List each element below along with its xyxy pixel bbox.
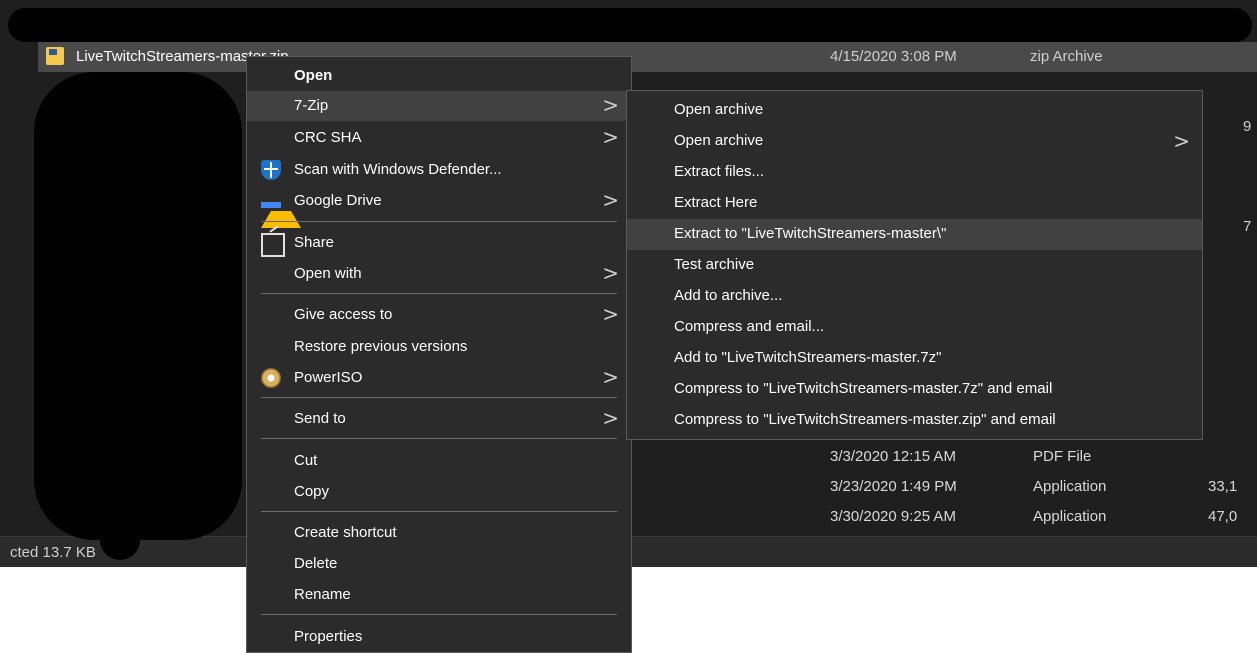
menu-item-open-with[interactable]: Open with > <box>247 259 631 289</box>
menu-item-open[interactable]: Open <box>247 61 631 91</box>
row-type: Application <box>1033 508 1107 525</box>
menu-item-label: Scan with Windows Defender... <box>294 161 502 178</box>
menu-item-label: PowerISO <box>294 369 363 386</box>
chevron-right-icon: > <box>602 93 619 117</box>
menu-item-copy[interactable]: Copy <box>247 477 631 507</box>
submenu-item-add-to-archive[interactable]: Add to archive... <box>627 281 1202 312</box>
menu-item-create-shortcut[interactable]: Create shortcut <box>247 518 631 548</box>
status-text: cted 13.7 KB <box>10 544 96 561</box>
file-date: 4/15/2020 3:08 PM <box>830 48 957 65</box>
submenu-item-label: Extract files... <box>674 163 765 180</box>
submenu-item-test-archive[interactable]: Test archive <box>627 250 1202 281</box>
menu-item-label: Restore previous versions <box>294 338 468 355</box>
context-menu: Open 7-Zip > CRC SHA > Scan with Windows… <box>246 56 632 653</box>
menu-item-label: Open with <box>294 265 362 282</box>
file-size-partial: 9 <box>1243 118 1252 135</box>
submenu-item-label: Open archive <box>674 101 764 118</box>
file-size-partial: 7 <box>1243 218 1252 235</box>
menu-item-scan-defender[interactable]: Scan with Windows Defender... <box>247 155 631 185</box>
menu-item-label: Share <box>294 234 335 251</box>
chevron-right-icon: > <box>602 365 619 389</box>
menu-item-poweriso[interactable]: PowerISO > <box>247 363 631 393</box>
menu-item-send-to[interactable]: Send to > <box>247 404 631 434</box>
file-type: zip Archive <box>1030 48 1103 65</box>
menu-item-google-drive[interactable]: Google Drive > <box>247 186 631 228</box>
menu-item-label: Cut <box>294 452 318 469</box>
chevron-right-icon: > <box>602 406 619 430</box>
menu-item-label: 7-Zip <box>294 97 329 114</box>
menu-separator <box>261 614 617 615</box>
submenu-item-label: Compress to "LiveTwitchStreamers-master.… <box>674 380 1053 397</box>
menu-item-rename[interactable]: Rename <box>247 580 631 610</box>
row-date: 3/3/2020 12:15 AM <box>830 448 956 465</box>
redaction-mark <box>34 72 242 540</box>
chevron-right-icon: > <box>1173 129 1190 153</box>
submenu-item-label: Open archive <box>674 132 764 149</box>
7zip-submenu: Open archive Open archive > Extract file… <box>626 90 1203 440</box>
menu-item-crc-sha[interactable]: CRC SHA > <box>247 123 631 153</box>
chevron-right-icon: > <box>602 302 619 326</box>
menu-item-share[interactable]: Share <box>247 228 631 258</box>
row-date: 3/30/2020 9:25 AM <box>830 508 956 525</box>
file-row-selected[interactable]: LiveTwitchStreamers-master.zip 4/15/2020… <box>38 42 1257 72</box>
menu-item-delete[interactable]: Delete <box>247 549 631 579</box>
menu-item-properties[interactable]: Properties <box>247 622 631 652</box>
menu-item-label: Rename <box>294 586 351 603</box>
row-date: 3/23/2020 1:49 PM <box>830 478 957 495</box>
menu-item-restore-versions[interactable]: Restore previous versions <box>247 332 631 362</box>
submenu-item-compress-zip-email[interactable]: Compress to "LiveTwitchStreamers-master.… <box>627 405 1202 436</box>
submenu-item-compress-email[interactable]: Compress and email... <box>627 312 1202 343</box>
menu-separator <box>261 397 617 398</box>
submenu-item-label: Extract to "LiveTwitchStreamers-master\" <box>674 225 947 242</box>
menu-item-label: CRC SHA <box>294 129 362 146</box>
zip-archive-icon <box>46 47 64 65</box>
submenu-item-compress-7z-email[interactable]: Compress to "LiveTwitchStreamers-master.… <box>627 374 1202 405</box>
submenu-item-open-archive-sub[interactable]: Open archive > <box>627 126 1202 157</box>
menu-separator <box>261 221 617 222</box>
menu-separator <box>261 293 617 294</box>
row-type: Application <box>1033 478 1107 495</box>
menu-item-label: Properties <box>294 628 363 645</box>
poweriso-disc-icon <box>261 368 281 388</box>
menu-item-label: Send to <box>294 410 346 427</box>
chevron-right-icon: > <box>602 125 619 149</box>
submenu-item-extract-files[interactable]: Extract files... <box>627 157 1202 188</box>
menu-item-cut[interactable]: Cut <box>247 446 631 476</box>
menu-separator <box>261 438 617 439</box>
row-type: PDF File <box>1033 448 1092 465</box>
menu-item-label: Delete <box>294 555 338 572</box>
menu-item-give-access[interactable]: Give access to > <box>247 300 631 330</box>
menu-item-label: Copy <box>294 483 330 500</box>
submenu-item-label: Compress to "LiveTwitchStreamers-master.… <box>674 411 1056 428</box>
submenu-item-label: Test archive <box>674 256 755 273</box>
menu-item-label: Give access to <box>294 306 393 323</box>
chevron-right-icon: > <box>602 261 619 285</box>
submenu-item-extract-to[interactable]: Extract to "LiveTwitchStreamers-master\" <box>627 219 1202 250</box>
menu-separator <box>261 511 617 512</box>
submenu-item-label: Compress and email... <box>674 318 825 335</box>
submenu-item-open-archive[interactable]: Open archive <box>627 95 1202 126</box>
row-size: 47,0 <box>1208 508 1238 525</box>
menu-item-7zip[interactable]: 7-Zip > <box>247 91 631 121</box>
redaction-bar <box>8 8 1252 42</box>
menu-item-label: Create shortcut <box>294 524 397 541</box>
menu-item-label: Google Drive <box>294 192 382 209</box>
submenu-item-extract-here[interactable]: Extract Here <box>627 188 1202 219</box>
submenu-item-add-to-7z[interactable]: Add to "LiveTwitchStreamers-master.7z" <box>627 343 1202 374</box>
submenu-item-label: Extract Here <box>674 194 758 211</box>
chevron-right-icon: > <box>602 188 619 212</box>
windows-defender-shield-icon <box>261 160 281 180</box>
share-icon <box>261 233 285 257</box>
row-size: 33,1 <box>1208 478 1238 495</box>
submenu-item-label: Add to "LiveTwitchStreamers-master.7z" <box>674 349 942 366</box>
redaction-mark <box>100 520 140 560</box>
menu-item-label: Open <box>294 67 333 84</box>
submenu-item-label: Add to archive... <box>674 287 783 304</box>
